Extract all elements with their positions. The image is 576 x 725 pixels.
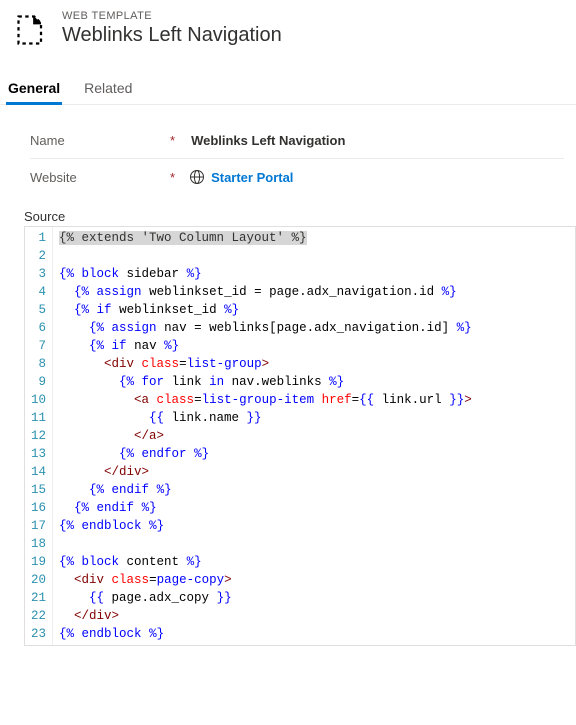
tab-related[interactable]: Related xyxy=(82,74,134,104)
code-line[interactable]: {% endif %} xyxy=(59,481,569,499)
source-section: Source 123456789101112131415161718192021… xyxy=(0,209,576,646)
line-number: 10 xyxy=(29,391,46,409)
code-line[interactable]: {% assign nav = weblinks[page.adx_naviga… xyxy=(59,319,569,337)
line-number: 19 xyxy=(29,553,46,571)
line-number: 8 xyxy=(29,355,46,373)
code-editor[interactable]: 1234567891011121314151617181920212223 {%… xyxy=(24,226,576,646)
page-title: Weblinks Left Navigation xyxy=(62,24,282,47)
line-number: 6 xyxy=(29,319,46,337)
line-number: 15 xyxy=(29,481,46,499)
field-website-row: Website * Starter Portal xyxy=(30,159,564,195)
code-line[interactable]: {% assign weblinkset_id = page.adx_navig… xyxy=(59,283,569,301)
code-body[interactable]: {% extends 'Two Column Layout' %} {% bloc… xyxy=(53,227,575,645)
tab-general[interactable]: General xyxy=(6,74,62,104)
code-line[interactable]: {{ page.adx_copy }} xyxy=(59,589,569,607)
template-icon xyxy=(14,12,50,48)
field-website-label: Website xyxy=(30,170,170,185)
code-gutter: 1234567891011121314151617181920212223 xyxy=(25,227,53,645)
required-icon: * xyxy=(170,170,185,185)
form-area: Name * Weblinks Left Navigation Website … xyxy=(0,105,576,195)
code-line[interactable]: {% if weblinkset_id %} xyxy=(59,301,569,319)
line-number: 16 xyxy=(29,499,46,517)
line-number: 5 xyxy=(29,301,46,319)
line-number: 11 xyxy=(29,409,46,427)
code-line[interactable]: <a class=list-group-item href={{ link.ur… xyxy=(59,391,569,409)
line-number: 1 xyxy=(29,229,46,247)
code-line[interactable]: <div class=list-group> xyxy=(59,355,569,373)
line-number: 13 xyxy=(29,445,46,463)
globe-icon xyxy=(189,169,205,185)
line-number: 14 xyxy=(29,463,46,481)
line-number: 3 xyxy=(29,265,46,283)
code-line[interactable]: {% block sidebar %} xyxy=(59,265,569,283)
line-number: 7 xyxy=(29,337,46,355)
page-header: WEB TEMPLATE Weblinks Left Navigation xyxy=(0,0,576,56)
code-line[interactable]: {% block content %} xyxy=(59,553,569,571)
code-line[interactable]: {% endfor %} xyxy=(59,445,569,463)
code-line[interactable]: </div> xyxy=(59,463,569,481)
line-number: 23 xyxy=(29,625,46,643)
code-line[interactable] xyxy=(59,535,569,553)
line-number: 4 xyxy=(29,283,46,301)
code-line[interactable] xyxy=(59,247,569,265)
required-icon: * xyxy=(170,133,185,148)
source-label: Source xyxy=(24,209,576,226)
field-name-label: Name xyxy=(30,133,170,148)
field-website-link[interactable]: Starter Portal xyxy=(211,170,293,185)
code-line[interactable]: {% endblock %} xyxy=(59,517,569,535)
breadcrumb: WEB TEMPLATE xyxy=(62,10,282,22)
code-line[interactable]: {{ link.name }} xyxy=(59,409,569,427)
code-line[interactable]: </div> xyxy=(59,607,569,625)
line-number: 22 xyxy=(29,607,46,625)
field-name-value[interactable]: Weblinks Left Navigation xyxy=(191,133,345,148)
line-number: 21 xyxy=(29,589,46,607)
code-line[interactable]: {% extends 'Two Column Layout' %} xyxy=(59,229,569,247)
line-number: 18 xyxy=(29,535,46,553)
code-line[interactable]: {% endif %} xyxy=(59,499,569,517)
line-number: 20 xyxy=(29,571,46,589)
line-number: 12 xyxy=(29,427,46,445)
line-number: 9 xyxy=(29,373,46,391)
code-line[interactable]: {% for link in nav.weblinks %} xyxy=(59,373,569,391)
line-number: 2 xyxy=(29,247,46,265)
code-line[interactable]: </a> xyxy=(59,427,569,445)
code-line[interactable]: {% if nav %} xyxy=(59,337,569,355)
tab-bar: General Related xyxy=(0,64,576,105)
code-line[interactable]: {% endblock %} xyxy=(59,625,569,643)
field-name-row: Name * Weblinks Left Navigation xyxy=(30,123,564,159)
code-line[interactable]: <div class=page-copy> xyxy=(59,571,569,589)
line-number: 17 xyxy=(29,517,46,535)
